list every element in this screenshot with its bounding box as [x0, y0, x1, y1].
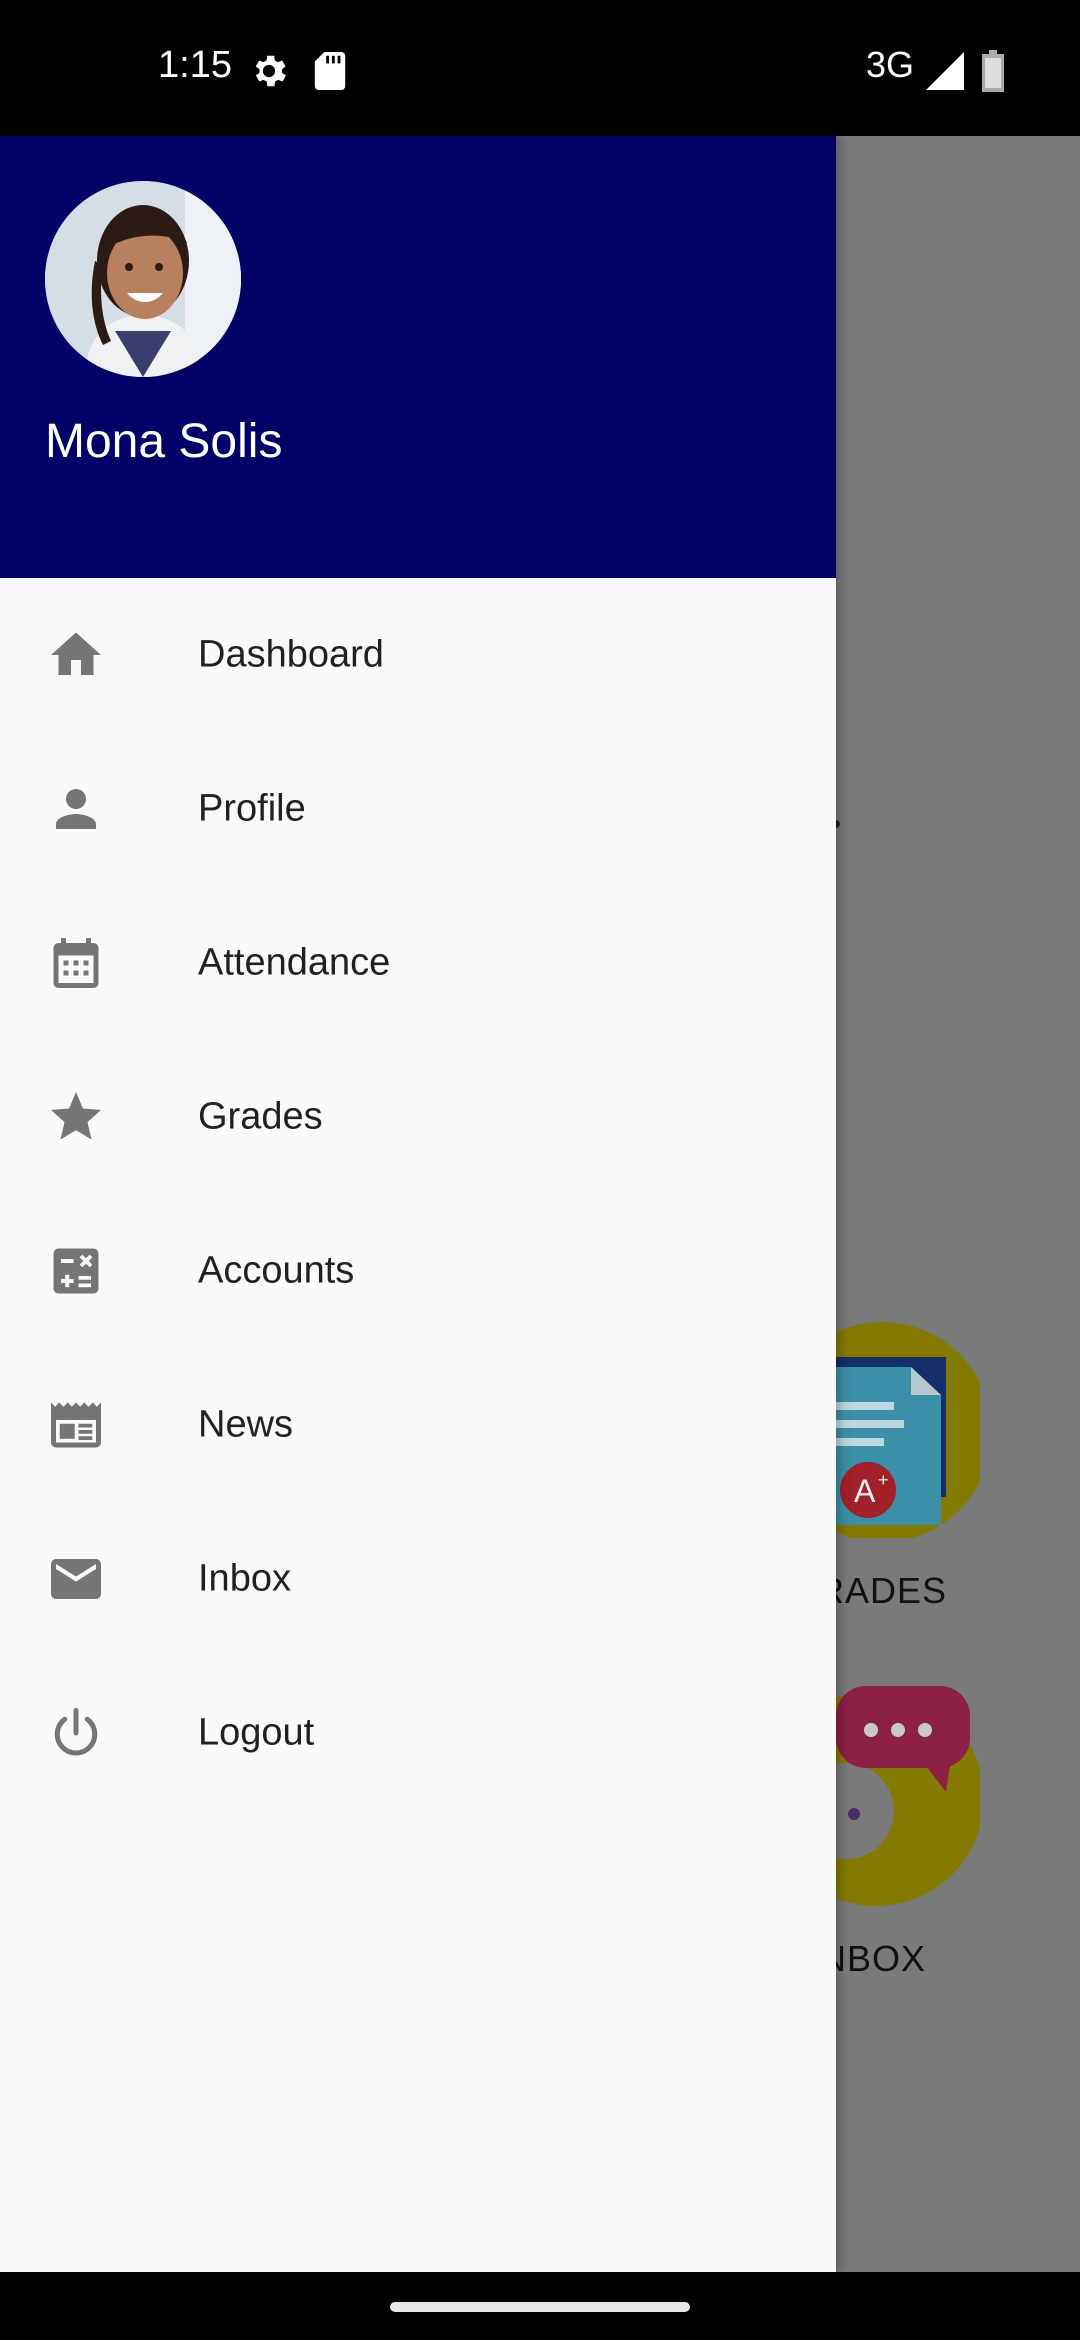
menu-item-inbox[interactable]: Inbox — [0, 1502, 836, 1656]
user-name: Mona Solis — [45, 415, 283, 468]
menu-item-news[interactable]: News — [0, 1348, 836, 1502]
menu-label-dashboard: Dashboard — [198, 633, 384, 676]
svg-text:A: A — [854, 1473, 876, 1509]
grades-document-icon[interactable]: A + — [816, 1322, 980, 1538]
menu-label-news: News — [198, 1403, 294, 1446]
navigation-drawer: Mona Solis Dashboard Profile Attendance … — [0, 136, 836, 2272]
mail-icon — [51, 1559, 101, 1599]
drawer-header: Mona Solis — [0, 136, 836, 578]
menu-item-accounts[interactable]: Accounts — [0, 1194, 836, 1348]
status-time: 1:15 — [158, 44, 232, 86]
menu-item-dashboard[interactable]: Dashboard — [0, 578, 836, 732]
avatar-photo — [45, 181, 241, 377]
home-icon — [51, 632, 101, 675]
power-icon — [54, 1708, 98, 1756]
menu-label-logout: Logout — [198, 1711, 315, 1754]
menu-item-profile[interactable]: Profile — [0, 732, 836, 886]
signal-icon — [926, 52, 964, 90]
home-gesture-handle[interactable] — [390, 2302, 690, 2312]
menu-item-logout[interactable]: Logout — [0, 1656, 836, 1810]
calculator-icon — [53, 1248, 99, 1294]
menu-label-inbox: Inbox — [198, 1557, 291, 1600]
avatar[interactable] — [45, 181, 241, 377]
network-type: 3G — [866, 44, 915, 85]
menu-label-grades: Grades — [198, 1095, 323, 1138]
status-bar: 1:15 3G — [0, 0, 1080, 136]
news-icon — [51, 1402, 101, 1448]
svg-text:+: + — [878, 1470, 889, 1490]
calendar-icon — [53, 938, 99, 988]
tile-label-grades: RADES — [818, 1570, 948, 1611]
menu-item-grades[interactable]: Grades — [0, 1040, 836, 1194]
settings-icon — [255, 55, 286, 87]
battery-icon — [982, 50, 1004, 92]
menu-label-accounts: Accounts — [198, 1249, 355, 1292]
sd-card-icon — [314, 52, 346, 90]
menu-item-attendance[interactable]: Attendance — [0, 886, 836, 1040]
menu-label-attendance: Attendance — [198, 941, 391, 984]
star-icon — [51, 1092, 101, 1140]
person-icon — [56, 789, 96, 829]
menu-label-profile: Profile — [198, 787, 306, 830]
system-nav-bar — [0, 2272, 1080, 2340]
inbox-chat-icon[interactable] — [816, 1686, 980, 1906]
